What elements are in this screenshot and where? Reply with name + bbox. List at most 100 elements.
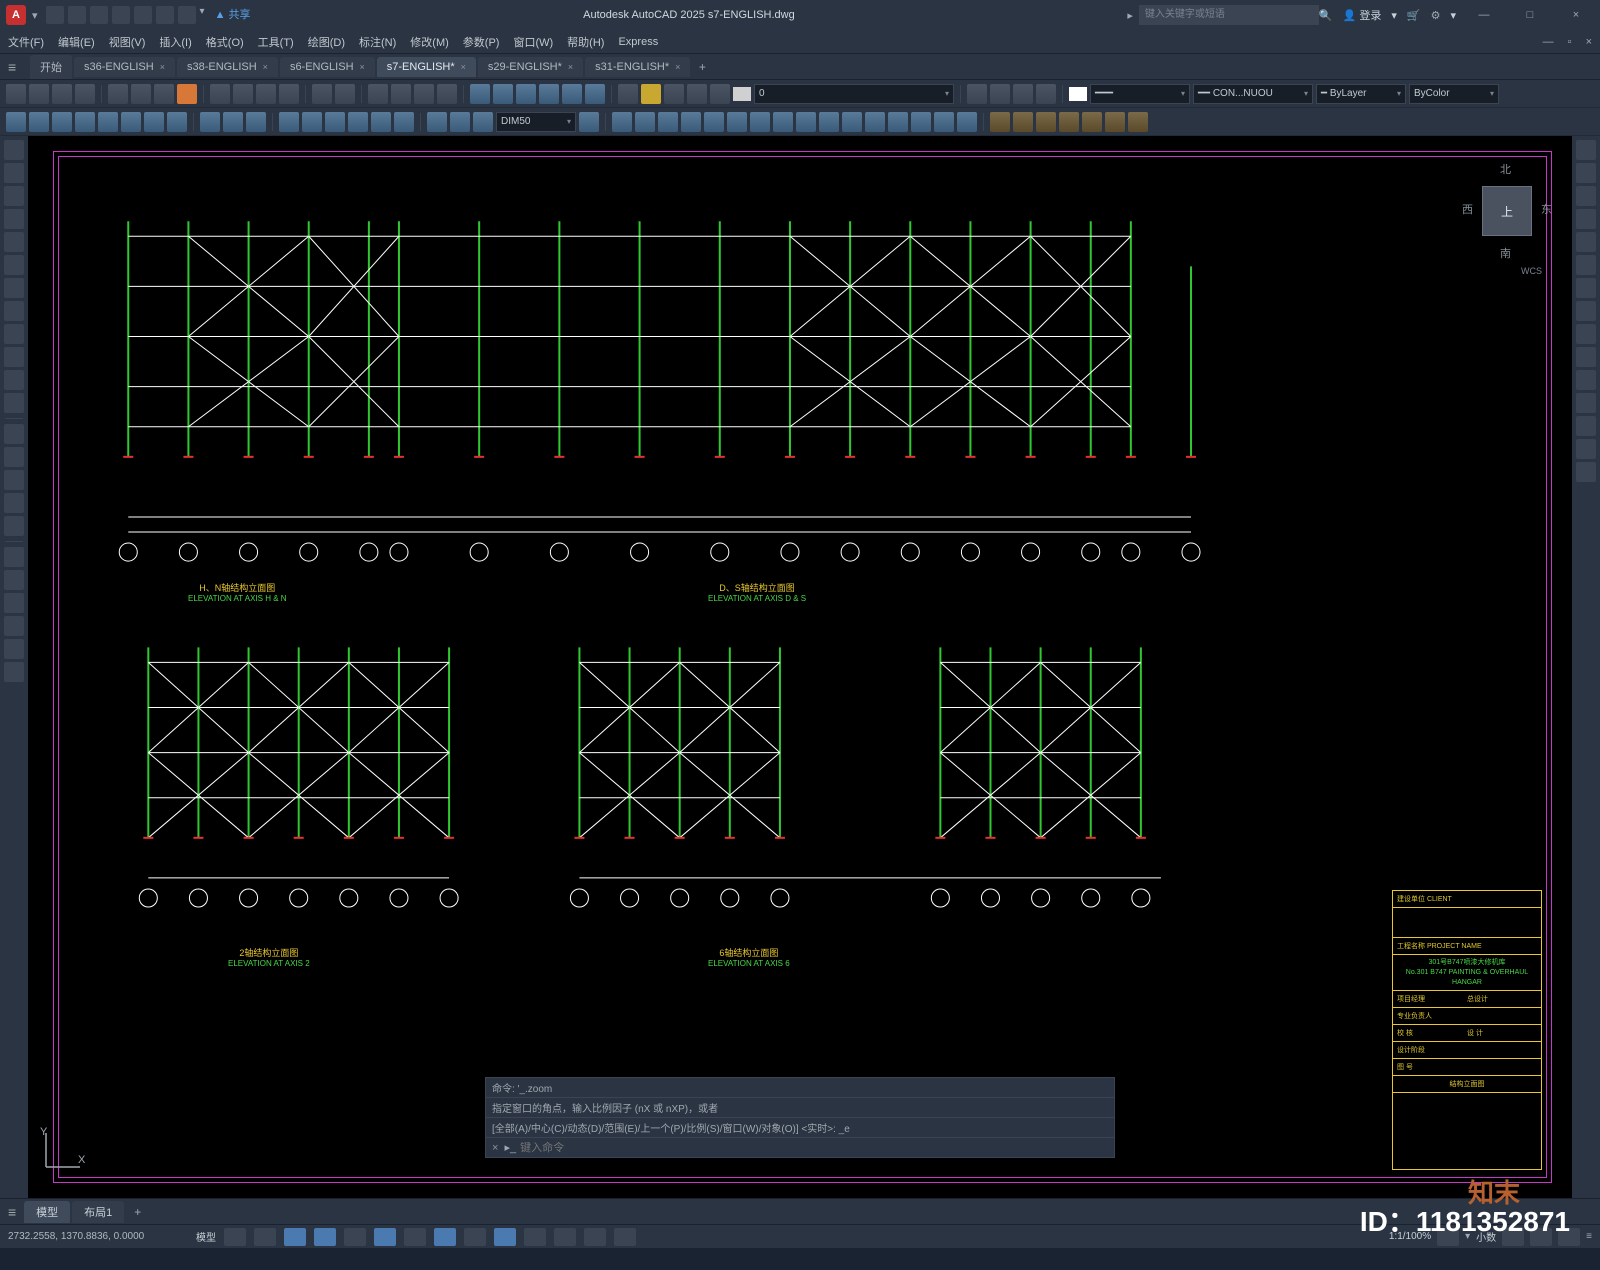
donut-icon[interactable] [4,370,24,390]
help-icon[interactable]: ⚙ [1431,9,1441,22]
tb-rotate-icon[interactable] [750,112,770,132]
caret-search-icon[interactable]: ▸ [1127,9,1133,22]
qat-undo-icon[interactable] [156,6,174,24]
tb-move-icon[interactable] [727,112,747,132]
rt-break-icon[interactable] [1576,393,1596,413]
circle-icon[interactable] [4,186,24,206]
tb-erase-icon[interactable] [612,112,632,132]
menu-dimension[interactable]: 标注(N) [359,34,396,50]
dim-update-icon[interactable] [473,112,493,132]
tb-paste-icon[interactable] [256,84,276,104]
tab-s6[interactable]: s6-ENGLISH× [280,57,375,77]
ray-icon[interactable] [4,324,24,344]
search-icon[interactable]: 🔍 [1319,9,1333,22]
tb-layiso-icon[interactable] [990,84,1010,104]
tab-s31[interactable]: s31-ENGLISH*× [585,57,690,77]
tab-close-icon[interactable]: × [360,62,365,72]
tab-add-icon[interactable]: + [692,60,712,74]
tb-ole-icon[interactable] [1105,112,1125,132]
tb-saveall-icon[interactable] [75,84,95,104]
ducs-toggle[interactable] [464,1228,486,1246]
dim-aligned-icon[interactable] [29,112,49,132]
drawing-canvas[interactable]: H、N轴结构立面图ELEVATION AT AXIS H & N D、S轴结构立… [28,136,1572,1198]
tb-open-icon[interactable] [29,84,49,104]
viewcube-top-face[interactable]: 上 [1482,186,1532,236]
tab-close-icon[interactable]: × [568,62,573,72]
tb-join-icon[interactable] [888,112,908,132]
tb-explode-icon[interactable] [957,112,977,132]
caret-help-icon[interactable]: ▾ [1450,9,1456,22]
tb-quickcalc-icon[interactable] [585,84,605,104]
tb-array-icon[interactable] [704,112,724,132]
lwt-toggle[interactable] [524,1228,546,1246]
tab-close-icon[interactable]: × [160,62,165,72]
polygon-icon[interactable] [4,347,24,367]
tb-break-icon[interactable] [865,112,885,132]
rt-move-icon[interactable] [1576,255,1596,275]
tb-stretch-icon[interactable] [796,112,816,132]
tb-copy-icon[interactable] [233,84,253,104]
tb-field-icon[interactable] [1082,112,1102,132]
tb-extend-icon[interactable] [842,112,862,132]
mtext-icon[interactable] [4,547,24,567]
dim-baseline-icon[interactable] [223,112,243,132]
dim-joglin-icon[interactable] [394,112,414,132]
dim-inspect-icon[interactable] [371,112,391,132]
dim-jogged-icon[interactable] [144,112,164,132]
tab-s38[interactable]: s38-ENGLISH× [177,57,278,77]
dim-arc-icon[interactable] [52,112,72,132]
rt-mirror-icon[interactable] [1576,186,1596,206]
rt-erase-icon[interactable] [1576,140,1596,160]
tab-s29[interactable]: s29-ENGLISH*× [478,57,583,77]
menu-express[interactable]: Express [618,36,658,48]
dim-radius-icon[interactable] [98,112,118,132]
tab-s36[interactable]: s36-ENGLISH× [74,57,175,77]
boundary-icon[interactable] [4,470,24,490]
tb-match-icon[interactable] [279,84,299,104]
divide-tool-icon[interactable] [4,639,24,659]
tb-designcenter-icon[interactable] [493,84,513,104]
tb-layerstates-icon[interactable] [618,84,638,104]
tb-trim-icon[interactable] [819,112,839,132]
region-icon[interactable] [4,493,24,513]
rt-trim-icon[interactable] [1576,347,1596,367]
sb-menu-icon[interactable]: ≡ [1586,1231,1592,1242]
tb-toolpalette-icon[interactable] [516,84,536,104]
linetype-dropdown[interactable]: ━━━▾ [1090,84,1190,104]
dim-tedit-icon[interactable] [450,112,470,132]
cmd-close-icon[interactable]: × [492,1142,498,1154]
tb-plot-icon[interactable] [108,84,128,104]
close-button[interactable]: × [1558,5,1594,25]
grid-toggle[interactable] [224,1228,246,1246]
menu-draw[interactable]: 绘图(D) [308,34,345,50]
tb-colorbox-icon[interactable] [733,87,751,101]
tabs-menu-icon[interactable]: ≡ [8,59,28,75]
tab-start[interactable]: 开始 [30,55,72,79]
rt-rotate-icon[interactable] [1576,278,1596,298]
tb-sheetset-icon[interactable] [539,84,559,104]
tb-sun-icon[interactable] [641,84,661,104]
menu-modify[interactable]: 修改(M) [410,34,449,50]
rt-scale-icon[interactable] [1576,301,1596,321]
tb-preview-icon[interactable] [131,84,151,104]
ellipse-icon[interactable] [4,255,24,275]
line-icon[interactable] [4,140,24,160]
qat-save-icon[interactable] [90,6,108,24]
tb-mirror-icon[interactable] [658,112,678,132]
tb-hyperlink-icon[interactable] [1128,112,1148,132]
rt-offset-icon[interactable] [1576,209,1596,229]
qat-open-icon[interactable] [68,6,86,24]
menu-parametric[interactable]: 参数(P) [463,34,500,50]
tb-fillet-icon[interactable] [934,112,954,132]
tb-sheet-icon[interactable] [177,84,197,104]
cart-icon[interactable]: 🛒 [1407,9,1421,22]
search-input[interactable]: 键入关键字或短语 [1139,5,1319,25]
qat-plot-icon[interactable] [134,6,152,24]
menu-close-icon[interactable]: × [1586,36,1592,48]
tb-layer-icon[interactable] [664,84,684,104]
dim-angular-icon[interactable] [167,112,187,132]
view-cube[interactable]: 北 南 西 东 上 WCS [1462,156,1552,266]
tb-lock-icon[interactable] [710,84,730,104]
spline-icon[interactable] [4,278,24,298]
layout-menu-icon[interactable]: ≡ [8,1204,16,1220]
